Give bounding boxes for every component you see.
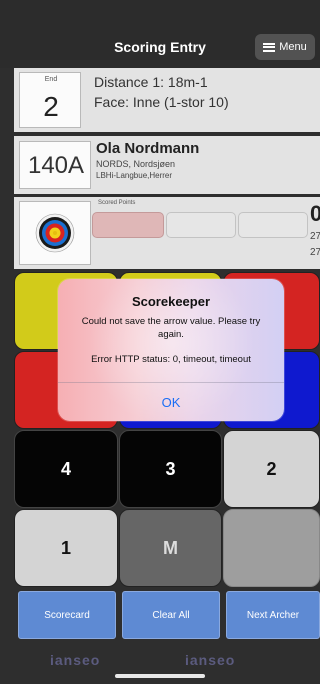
menu-button[interactable]: Menu xyxy=(255,34,315,60)
menu-button-label: Menu xyxy=(279,41,307,53)
target-id-box: 140A xyxy=(19,141,91,189)
score-panel: Scored Points 0 27 27 xyxy=(14,197,320,269)
archer-club: NORDS, Nordsjøen xyxy=(96,159,176,169)
score-key-empty xyxy=(223,509,320,587)
error-alert-dialog: Scorekeeper Could not save the arrow val… xyxy=(58,279,284,421)
scored-points-label: Scored Points xyxy=(98,200,136,206)
score-key-3[interactable]: 3 xyxy=(119,430,222,508)
target-face-icon xyxy=(35,213,75,253)
target-id: 140A xyxy=(27,152,85,179)
next-archer-button[interactable]: Next Archer xyxy=(226,591,320,639)
running-total-2: 27 xyxy=(310,247,320,258)
dialog-error-detail: Error HTTP status: 0, timeout, timeout xyxy=(91,354,251,365)
clear-all-button[interactable]: Clear All xyxy=(122,591,220,639)
end-total-score: 0 xyxy=(310,201,320,226)
archer-class: LBHi-Langbue,Herrer xyxy=(96,171,173,180)
scorecard-button[interactable]: Scorecard xyxy=(18,591,116,639)
score-key-2[interactable]: 2 xyxy=(223,430,320,508)
navigation-bar: Scoring Entry Menu xyxy=(0,26,320,68)
end-label: End xyxy=(44,76,58,83)
score-key-4[interactable]: 4 xyxy=(14,430,118,508)
arrow-slot-1[interactable] xyxy=(92,212,164,238)
status-bar xyxy=(0,0,320,26)
dialog-ok-button[interactable]: OK xyxy=(58,383,284,421)
dialog-title: Scorekeeper xyxy=(131,294,211,309)
arrow-slot-2[interactable] xyxy=(166,212,236,238)
end-number: 2 xyxy=(43,91,59,122)
score-key-miss[interactable]: M xyxy=(119,509,222,587)
end-number-box: End 2 xyxy=(19,72,81,128)
score-key-1[interactable]: 1 xyxy=(14,509,118,587)
home-indicator[interactable] xyxy=(115,674,205,678)
arrow-slot-3[interactable] xyxy=(238,212,308,238)
end-info-panel: End 2 Distance 1: 18m-1 Face: Inne (1-st… xyxy=(14,68,320,132)
hamburger-icon xyxy=(263,42,276,52)
archer-info-panel: 140A Ola Nordmann NORDS, Nordsjøen LBHi-… xyxy=(14,136,320,194)
face-text: Face: Inne (1-stor 10) xyxy=(94,94,229,110)
brand-logo: ianseo xyxy=(185,652,236,668)
distance-text: Distance 1: 18m-1 xyxy=(94,74,208,90)
brand-logo: ianseo xyxy=(50,652,101,668)
archer-name: Ola Nordmann xyxy=(96,140,200,157)
running-total-1: 27 xyxy=(310,231,320,242)
target-face-box[interactable] xyxy=(19,201,91,265)
dialog-message: Could not save the arrow value. Please t… xyxy=(81,316,261,340)
